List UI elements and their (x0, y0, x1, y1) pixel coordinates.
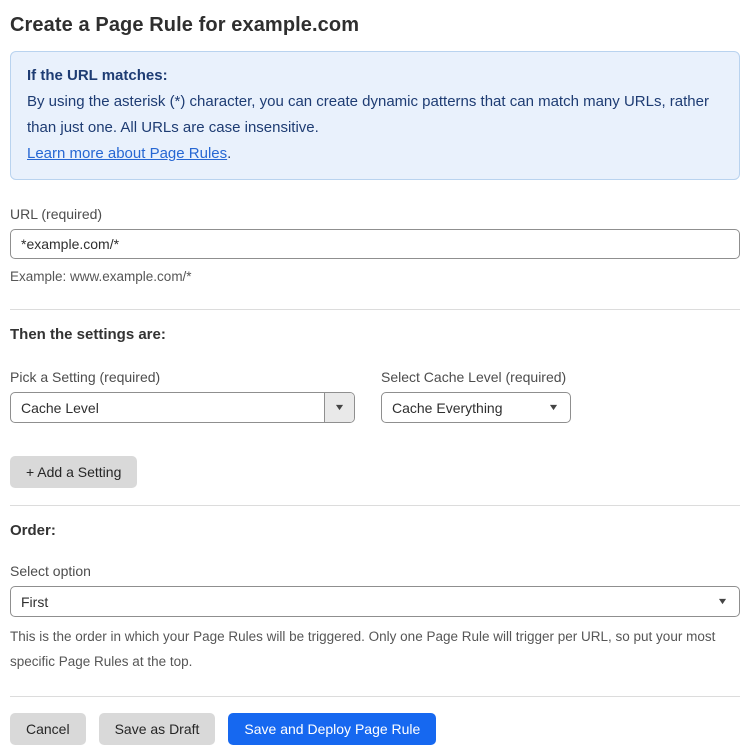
order-section: Order: Select option First ▼ This is the… (10, 522, 740, 674)
setting-picker-label: Pick a Setting (required) (10, 369, 161, 385)
divider (10, 696, 740, 697)
save-and-deploy-button[interactable]: Save and Deploy Page Rule (228, 713, 437, 745)
order-helper: This is the order in which your Page Rul… (10, 629, 716, 669)
cache-level-value: Cache Everything (392, 399, 503, 416)
url-match-info-box: If the URL matches: By using the asteris… (10, 51, 740, 180)
url-field-label: URL (required) (10, 206, 103, 222)
form-actions: Cancel Save as Draft Save and Deploy Pag… (10, 713, 740, 745)
url-field-helper: Example: www.example.com/* (10, 269, 192, 284)
info-box-body-text: By using the asterisk (*) character, you… (27, 93, 709, 136)
chevron-down-icon: ▼ (333, 402, 346, 412)
save-as-draft-button[interactable]: Save as Draft (98, 713, 216, 745)
settings-row: Pick a Setting (required) Cache Level ▼ … (10, 369, 740, 423)
add-setting-wrap: + Add a Setting (10, 456, 740, 488)
info-box-body: By using the asterisk (*) character, you… (27, 89, 723, 167)
add-setting-button[interactable]: + Add a Setting (10, 456, 138, 488)
order-select-label: Select option (10, 563, 91, 579)
link-period: . (227, 145, 232, 162)
settings-heading: Then the settings are: (10, 326, 166, 343)
cache-level-label: Select Cache Level (required) (381, 369, 567, 385)
create-page-rule-form: Create a Page Rule for example.com If th… (0, 0, 750, 745)
setting-picker-value: Cache Level (21, 399, 99, 416)
order-heading: Order: (10, 522, 56, 539)
divider (10, 505, 740, 506)
url-field-group: URL (required) Example: www.example.com/… (10, 206, 740, 289)
chevron-down-icon: ▼ (716, 596, 729, 606)
info-box-heading: If the URL matches: (27, 67, 168, 84)
order-select[interactable]: First ▼ (10, 586, 740, 617)
order-select-value: First (21, 593, 49, 610)
cache-level-select[interactable]: Cache Everything ▼ (381, 392, 571, 423)
setting-picker-arrow-button[interactable]: ▼ (324, 393, 354, 422)
page-title: Create a Page Rule for example.com (10, 14, 360, 36)
chevron-down-icon: ▼ (547, 402, 560, 412)
setting-picker-select[interactable]: Cache Level ▼ (10, 392, 355, 423)
settings-section: Then the settings are: Pick a Setting (r… (10, 326, 740, 488)
divider (10, 309, 740, 310)
cache-level-group: Select Cache Level (required) Cache Ever… (381, 369, 571, 423)
url-input[interactable] (10, 229, 740, 259)
setting-picker-group: Pick a Setting (required) Cache Level ▼ (10, 369, 355, 423)
learn-more-link[interactable]: Learn more about Page Rules (27, 145, 227, 162)
cancel-button[interactable]: Cancel (10, 713, 86, 745)
